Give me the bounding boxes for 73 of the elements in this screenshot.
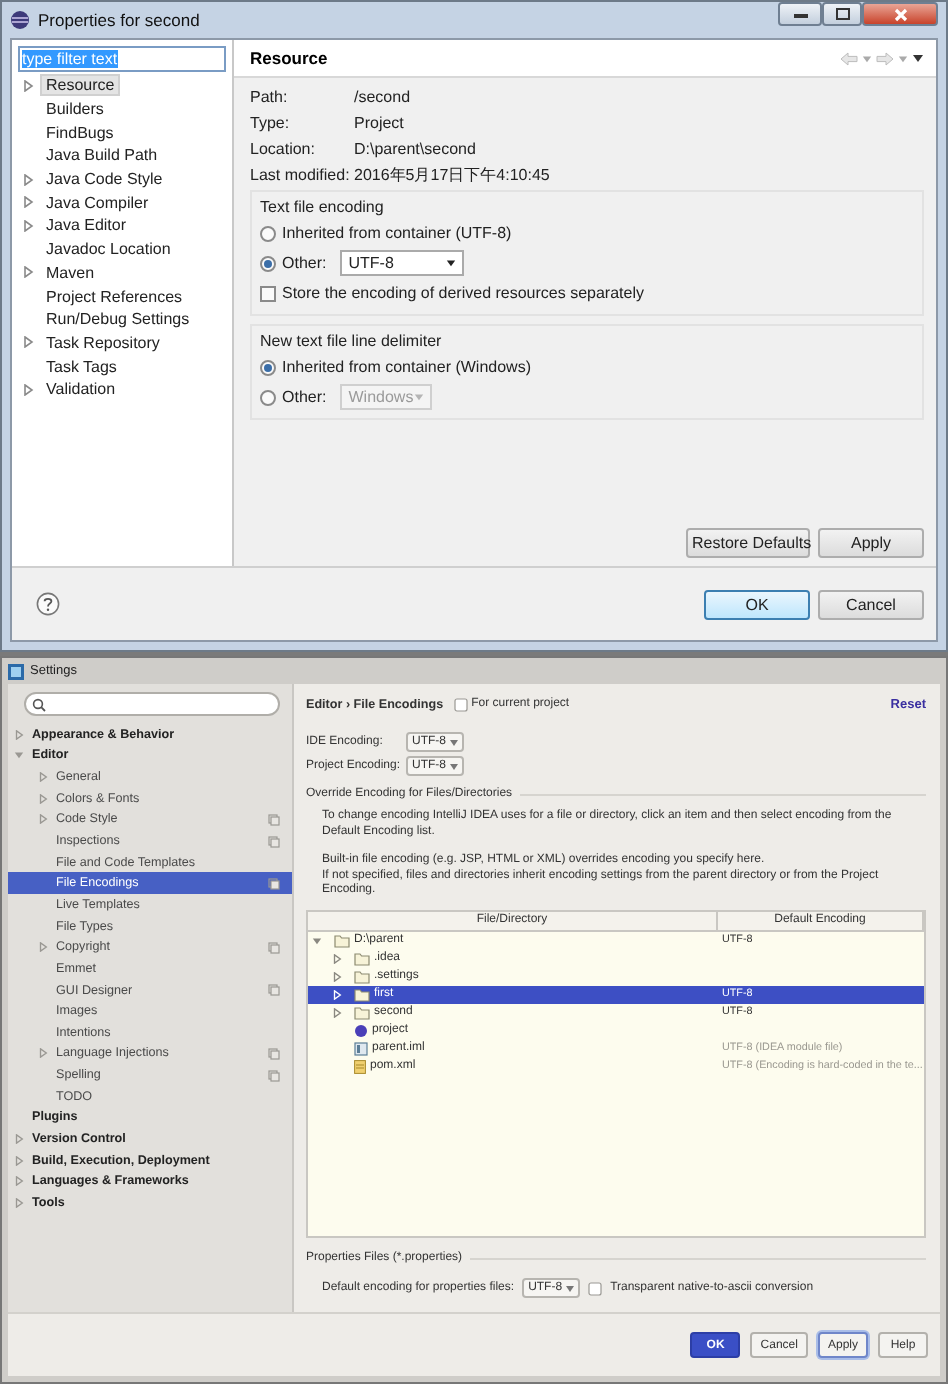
- tree-item[interactable]: Builders: [40, 98, 110, 121]
- tree-item[interactable]: Java Editor: [40, 214, 133, 237]
- expand-arrow-icon[interactable]: [22, 196, 34, 209]
- tree-item[interactable]: Task Repository: [40, 331, 166, 354]
- help-icon[interactable]: [36, 592, 60, 616]
- info-label: Type:: [250, 112, 292, 136]
- maximize-button[interactable]: [822, 2, 862, 26]
- radio-button[interactable]: [260, 359, 276, 375]
- maximize-icon: [835, 8, 849, 20]
- tree-item[interactable]: Java Code Style: [40, 168, 169, 191]
- checkbox-label: Store the encoding of derived resources separately: [282, 284, 644, 302]
- close-icon: [893, 7, 907, 21]
- tree-item[interactable]: Javadoc Location: [40, 238, 177, 261]
- info-value: Project: [354, 112, 406, 136]
- page-button[interactable]: Restore Defaults: [686, 528, 810, 558]
- tree-item[interactable]: Maven: [40, 261, 101, 284]
- minimize-button[interactable]: [778, 2, 822, 26]
- info-label: Location:: [250, 138, 317, 162]
- radio-label: Other:: [282, 254, 327, 272]
- tree-item[interactable]: Validation: [40, 378, 122, 401]
- checkbox[interactable]: [588, 1281, 603, 1295]
- info-label: Last modified:: [250, 164, 352, 188]
- expand-arrow-icon[interactable]: [22, 336, 34, 349]
- caret-icon[interactable]: [446, 258, 457, 268]
- info-label: Path:: [250, 86, 290, 110]
- tree-item[interactable]: Resource: [40, 74, 121, 97]
- caret-icon: [566, 1285, 575, 1291]
- tree-item[interactable]: Java Compiler: [40, 191, 155, 214]
- app-icon: [10, 10, 30, 30]
- dialog-button[interactable]: Cancel: [818, 589, 924, 619]
- encoding-dropdown[interactable]: UTF-8: [340, 250, 465, 276]
- checkbox[interactable]: [453, 697, 468, 711]
- app-icon: [8, 663, 24, 679]
- minimize-icon: [793, 11, 807, 17]
- radio-label: Inherited from container (Windows): [282, 358, 531, 376]
- search-field[interactable]: [24, 692, 280, 716]
- module-file-icon: [354, 1041, 368, 1055]
- copy-icon: [268, 984, 280, 996]
- checkbox[interactable]: [260, 285, 276, 301]
- view-menu-icon[interactable]: [912, 52, 924, 64]
- dialog-button[interactable]: OK: [704, 589, 810, 619]
- tree-item[interactable]: FindBugs: [40, 121, 120, 144]
- group-title: Text file encoding: [260, 196, 386, 218]
- dot-icon: [354, 1023, 368, 1037]
- tree-item[interactable]: Java Build Path: [40, 144, 164, 167]
- radio-label: Inherited from container (UTF-8): [282, 224, 512, 242]
- expand-arrow-icon[interactable]: [22, 79, 34, 92]
- tree-item[interactable]: Project References: [40, 285, 189, 308]
- expand-arrow-icon[interactable]: [22, 219, 34, 232]
- tree-item[interactable]: Task Tags: [40, 355, 123, 378]
- radio-label: Other:: [282, 388, 327, 406]
- info-value: /second: [354, 86, 413, 110]
- info-value: D:\parent\second: [354, 138, 478, 162]
- close-button[interactable]: [862, 2, 938, 26]
- page-button[interactable]: Apply: [818, 528, 924, 558]
- caret-icon: [450, 739, 458, 745]
- search-icon: [32, 697, 46, 711]
- info-value: 2016年5月17日下午4:10:45: [354, 164, 552, 188]
- radio-button[interactable]: [260, 225, 276, 241]
- caret-icon: [450, 763, 458, 769]
- expand-arrow-icon[interactable]: [22, 173, 34, 186]
- group-title: New text file line delimiter: [260, 330, 444, 352]
- forward-arrow-icon[interactable]: [876, 51, 894, 65]
- page-title: Resource: [250, 48, 330, 68]
- expand-arrow-icon[interactable]: [22, 266, 34, 279]
- tree-item[interactable]: Run/Debug Settings: [40, 308, 196, 331]
- copy-icon: [268, 877, 280, 890]
- xml-file-icon: [354, 1059, 366, 1073]
- expand-arrow-icon[interactable]: [22, 383, 34, 396]
- window-title: Properties for second: [38, 10, 202, 30]
- radio-button[interactable]: [260, 255, 276, 271]
- copy-icon: [268, 941, 280, 954]
- back-arrow-icon[interactable]: [840, 51, 858, 65]
